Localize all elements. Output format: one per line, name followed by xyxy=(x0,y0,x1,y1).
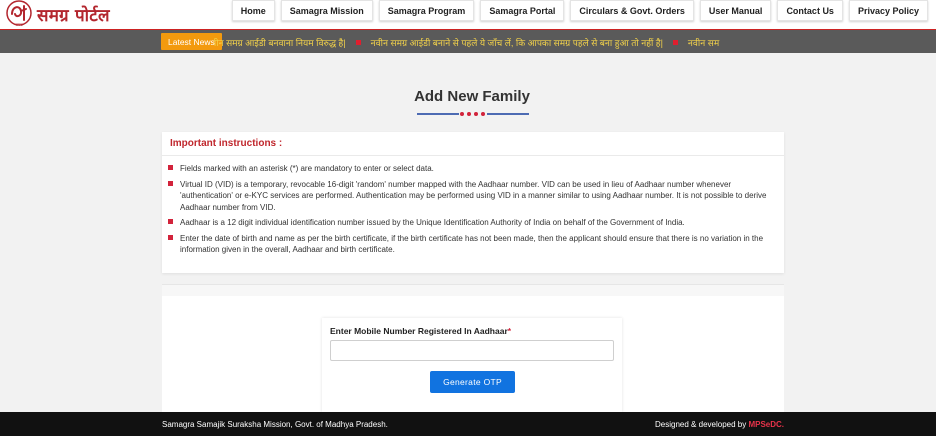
instruction-text: Fields marked with an asterisk (*) are m… xyxy=(180,164,434,173)
instruction-text: Aadhaar is a 12 digit individual identif… xyxy=(180,218,685,227)
bullet-icon xyxy=(168,219,173,224)
divider-dot xyxy=(460,112,464,116)
nav-samagra-mission[interactable]: Samagra Mission xyxy=(280,0,373,21)
svg-text:समग्र: समग्र xyxy=(15,22,23,27)
instruction-text: Virtual ID (VID) is a temporary, revocab… xyxy=(180,179,767,212)
ticker-item[interactable]: नवीन सम xyxy=(688,36,719,49)
instructions-divider xyxy=(162,155,784,156)
footer-credit-prefix: Designed & developed by xyxy=(655,420,749,429)
ticker-item[interactable]: नवीन समग्र आईडी बनाने से पहले ये जाँच ले… xyxy=(371,36,663,49)
divider-line xyxy=(417,113,459,115)
ticker-viewport: आईडी होते हुए नवीन समग्र आईडी बनवाना निय… xyxy=(214,30,784,54)
nav-privacy-policy[interactable]: Privacy Policy xyxy=(848,0,928,21)
main-nav: Home Samagra Mission Samagra Program Sam… xyxy=(231,0,928,22)
instruction-item: Enter the date of birth and name as per … xyxy=(168,233,774,256)
footer-mission-text: Samagra Samajik Suraksha Mission, Govt. … xyxy=(162,420,388,429)
nav-circulars-govt-orders[interactable]: Circulars & Govt. Orders xyxy=(570,0,694,21)
required-asterisk: * xyxy=(507,326,512,336)
latest-news-badge: Latest News xyxy=(161,33,222,50)
instruction-item: Virtual ID (VID) is a temporary, revocab… xyxy=(168,179,774,214)
instructions-title: Important instructions : xyxy=(170,138,283,149)
site-logo-text: समग्र पोर्टल xyxy=(37,5,110,26)
bullet-icon xyxy=(168,180,173,186)
nav-samagra-program[interactable]: Samagra Program xyxy=(378,0,475,21)
mobile-otp-form: Enter Mobile Number Registered In Aadhaa… xyxy=(322,318,622,412)
site-footer: Samagra Samajik Suraksha Mission, Govt. … xyxy=(0,412,936,436)
bullet-icon xyxy=(168,165,173,170)
divider-dot xyxy=(467,112,471,116)
form-header-band xyxy=(162,284,784,296)
nav-user-manual[interactable]: User Manual xyxy=(699,0,772,21)
site-header: समग्र समग्र पोर्टल Home Samagra Mission … xyxy=(0,0,936,29)
nav-home[interactable]: Home xyxy=(231,0,275,21)
ticker-item[interactable]: आईडी होते हुए नवीन समग्र आईडी बनवाना निय… xyxy=(214,36,346,49)
nav-contact-us[interactable]: Contact Us xyxy=(777,0,843,21)
instructions-list: Fields marked with an asterisk (*) are m… xyxy=(168,163,774,260)
instruction-text: Enter the date of birth and name as per … xyxy=(180,233,764,255)
bullet-icon xyxy=(168,234,173,240)
title-divider xyxy=(417,111,529,117)
footer-developer-link[interactable]: MPSeDC. xyxy=(748,420,784,429)
divider-dot xyxy=(481,112,485,116)
divider-dot xyxy=(474,112,478,116)
news-ticker: Latest News आईडी होते हुए नवीन समग्र आईड… xyxy=(0,29,936,53)
ticker-bullet-icon xyxy=(672,39,678,45)
mobile-field-label: Enter Mobile Number Registered In Aadhaa… xyxy=(330,326,511,336)
mobile-number-input[interactable] xyxy=(330,340,614,361)
site-logo[interactable]: समग्र समग्र पोर्टल xyxy=(4,0,110,28)
generate-otp-button[interactable]: Generate OTP xyxy=(430,371,515,393)
ticker-track: आईडी होते हुए नवीन समग्र आईडी बनवाना निय… xyxy=(214,30,719,54)
instructions-panel: Important instructions : Fields marked w… xyxy=(162,132,784,273)
divider-line xyxy=(487,113,529,115)
page-title: Add New Family xyxy=(414,88,530,105)
nav-samagra-portal[interactable]: Samagra Portal xyxy=(480,0,565,21)
instruction-item: Fields marked with an asterisk (*) are m… xyxy=(168,163,774,175)
instruction-item: Aadhaar is a 12 digit individual identif… xyxy=(168,217,774,229)
mobile-label-text: Enter Mobile Number Registered In Aadhaa… xyxy=(330,326,508,336)
samagra-emblem-icon: समग्र xyxy=(4,0,34,28)
ticker-bullet-icon xyxy=(355,39,361,45)
footer-credit: Designed & developed by MPSeDC. xyxy=(655,420,784,429)
